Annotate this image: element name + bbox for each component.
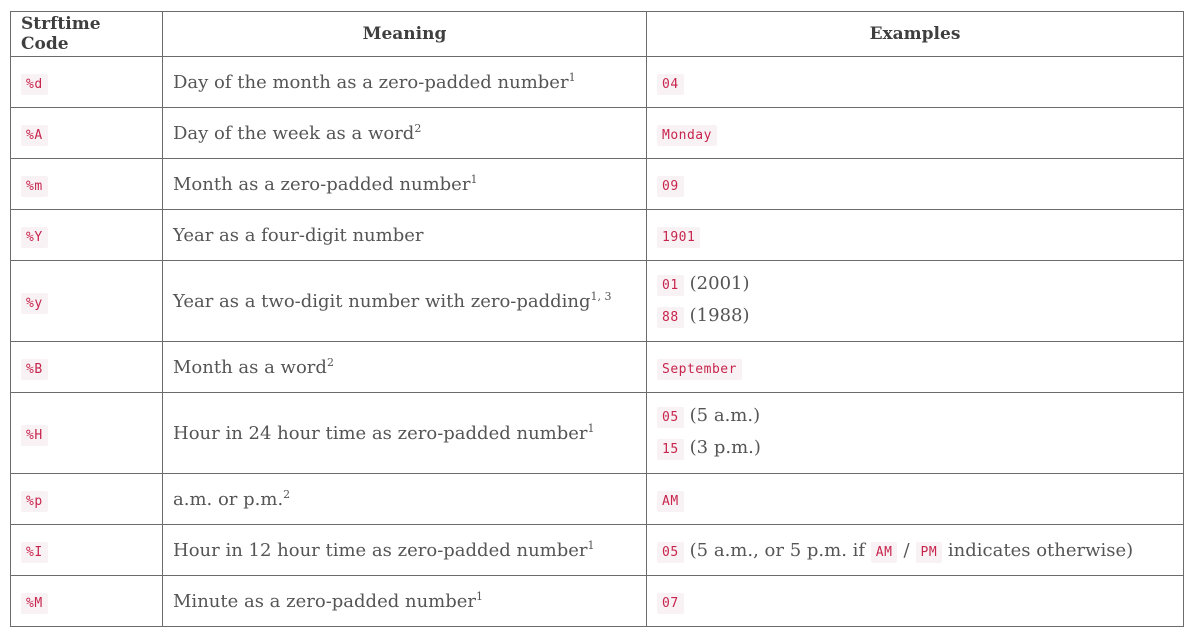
example-cell: 01 (2001) 88 (1988) — [646, 260, 1184, 342]
header-row: Strftime Code Meaning Examples — [10, 11, 1184, 57]
code-cell: %p — [10, 473, 163, 525]
meaning-cell: Month as a word2 — [162, 341, 647, 393]
example-cell: 05 (5 a.m., or 5 p.m. if AM / PM indicates … — [646, 524, 1184, 576]
example-code: Monday — [657, 124, 717, 146]
example-code: 09 — [657, 175, 684, 197]
meaning-cell: Hour in 24 hour time as zero-padded numb… — [162, 392, 647, 474]
code-chip: %y — [21, 292, 48, 314]
meaning-cell: Year as a four-digit number — [162, 209, 647, 261]
example-line: 88 (1988) — [657, 301, 1173, 333]
table-row: %I Hour in 12 hour time as zero-padded n… — [10, 524, 1184, 576]
code-chip: %H — [21, 424, 48, 446]
example-note: (5 a.m.) — [689, 405, 761, 426]
table-row: %H Hour in 24 hour time as zero-padded n… — [10, 392, 1184, 474]
meaning-text: Month as a word — [173, 356, 327, 378]
meaning-text: Day of the week as a word — [173, 122, 415, 144]
code-cell: %H — [10, 392, 163, 474]
strftime-table: Strftime Code Meaning Examples %d Day of… — [10, 11, 1184, 627]
example-code-am: AM — [870, 541, 898, 563]
example-code: September — [657, 358, 742, 380]
example-cell: 05 (5 a.m.) 15 (3 p.m.) — [646, 392, 1184, 474]
code-chip: %Y — [21, 226, 48, 248]
example-code: 05 — [657, 541, 684, 563]
example-cell: Monday — [646, 107, 1184, 159]
code-chip: %p — [21, 490, 48, 512]
footnote-marker: 1 — [476, 589, 484, 603]
header-meaning: Meaning — [162, 11, 647, 57]
code-cell: %Y — [10, 209, 163, 261]
meaning-text: Year as a four-digit number — [173, 224, 424, 246]
example-cell: AM — [646, 473, 1184, 525]
meaning-text: Minute as a zero-padded number — [173, 590, 477, 612]
meaning-text: Hour in 24 hour time as zero-padded numb… — [173, 422, 588, 444]
code-cell: %B — [10, 341, 163, 393]
code-cell: %y — [10, 260, 163, 342]
meaning-cell: a.m. or p.m.2 — [162, 473, 647, 525]
example-code: 07 — [657, 592, 684, 614]
meaning-text: Hour in 12 hour time as zero-padded numb… — [173, 539, 588, 561]
example-code: 15 — [657, 439, 684, 460]
example-note: (5 a.m., or 5 p.m. if — [689, 539, 866, 561]
slash-separator: / — [903, 539, 910, 561]
meaning-text: Day of the month as a zero-padded number — [173, 71, 569, 93]
example-code: 04 — [657, 73, 684, 95]
meaning-cell: Day of the month as a zero-padded number… — [162, 56, 647, 108]
code-chip: %m — [21, 175, 48, 197]
table-row: %y Year as a two-digit number with zero-… — [10, 260, 1184, 342]
example-code: 01 — [657, 275, 684, 296]
example-code: 1901 — [657, 226, 701, 248]
table-row: %p a.m. or p.m.2 AM — [10, 473, 1184, 525]
example-line: 15 (3 p.m.) — [657, 433, 1173, 465]
footnote-marker: 2 — [283, 487, 291, 501]
code-chip: %d — [21, 73, 48, 95]
table-row: %M Minute as a zero-padded number1 07 — [10, 575, 1184, 627]
meaning-cell: Hour in 12 hour time as zero-padded numb… — [162, 524, 647, 576]
example-code: AM — [657, 490, 684, 512]
meaning-cell: Month as a zero-padded number1 — [162, 158, 647, 210]
code-cell: %d — [10, 56, 163, 108]
table-row: %d Day of the month as a zero-padded num… — [10, 56, 1184, 108]
example-note: (2001) — [689, 273, 750, 294]
example-cell: 04 — [646, 56, 1184, 108]
example-code: 88 — [657, 307, 684, 328]
table-row: %B Month as a word2 September — [10, 341, 1184, 393]
table-row: %A Day of the week as a word2 Monday — [10, 107, 1184, 159]
meaning-text: a.m. or p.m. — [173, 488, 284, 510]
header-examples: Examples — [646, 11, 1184, 57]
code-cell: %A — [10, 107, 163, 159]
footnote-marker: 1 — [470, 172, 478, 186]
code-cell: %I — [10, 524, 163, 576]
code-chip: %A — [21, 124, 48, 146]
table-row: %m Month as a zero-padded number1 09 — [10, 158, 1184, 210]
footnote-marker: 1, 3 — [590, 289, 612, 303]
example-cell: September — [646, 341, 1184, 393]
footnote-marker: 1 — [587, 421, 595, 435]
example-code: 05 — [657, 407, 684, 428]
meaning-text: Month as a zero-padded number — [173, 173, 471, 195]
code-cell: %M — [10, 575, 163, 627]
example-cell: 07 — [646, 575, 1184, 627]
meaning-cell: Day of the week as a word2 — [162, 107, 647, 159]
code-chip: %I — [21, 541, 48, 563]
footnote-marker: 2 — [414, 121, 422, 135]
footnote-marker: 2 — [326, 355, 334, 369]
meaning-cell: Year as a two-digit number with zero-pad… — [162, 260, 647, 342]
footnote-marker: 1 — [587, 538, 595, 552]
example-note: (3 p.m.) — [689, 437, 761, 458]
meaning-text: Year as a two-digit number with zero-pad… — [173, 290, 591, 312]
example-cell: 09 — [646, 158, 1184, 210]
code-cell: %m — [10, 158, 163, 210]
example-cell: 1901 — [646, 209, 1184, 261]
example-code-pm: PM — [915, 541, 943, 563]
example-note-tail: indicates otherwise) — [947, 539, 1134, 561]
example-line: 05 (5 a.m.) — [657, 401, 1173, 433]
table-row: %Y Year as a four-digit number 1901 — [10, 209, 1184, 261]
meaning-cell: Minute as a zero-padded number1 — [162, 575, 647, 627]
example-note: (1988) — [689, 305, 750, 326]
footnote-marker: 1 — [568, 70, 576, 84]
example-line: 01 (2001) — [657, 269, 1173, 301]
code-chip: %B — [21, 358, 48, 380]
header-code: Strftime Code — [10, 11, 163, 57]
code-chip: %M — [21, 592, 48, 614]
